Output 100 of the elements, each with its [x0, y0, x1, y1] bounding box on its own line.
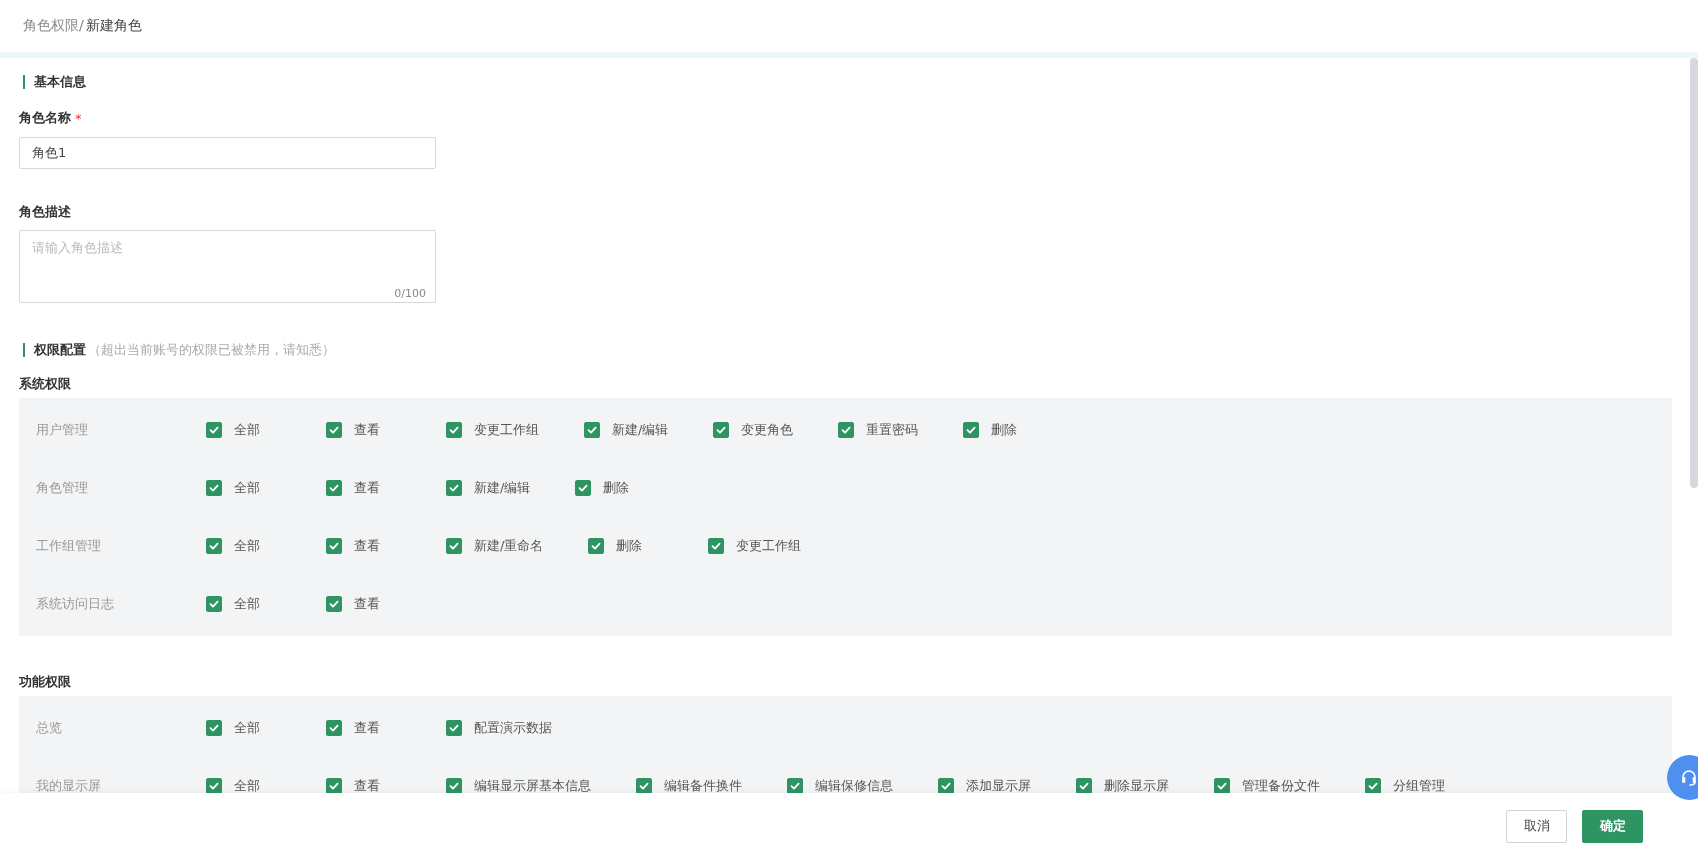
checkbox-label[interactable]: 查看 [354, 595, 380, 613]
permission-category: 角色管理 [36, 480, 88, 495]
checkbox-label[interactable]: 重置密码 [866, 421, 919, 439]
checkbox[interactable] [326, 422, 342, 438]
checkbox[interactable] [938, 778, 954, 794]
breadcrumb-current: 新建角色 [85, 17, 142, 35]
field-label: 角色名称 [19, 109, 71, 127]
checkbox[interactable] [326, 480, 342, 496]
checkbox[interactable] [708, 538, 725, 554]
checkbox-label[interactable]: 管理备份文件 [1242, 777, 1320, 795]
checkbox-label[interactable]: 编辑显示屏基本信息 [474, 777, 591, 795]
checkbox[interactable] [206, 720, 222, 736]
checkbox-label[interactable]: 删除 [991, 421, 1018, 439]
checkbox-label[interactable]: 变更工作组 [474, 421, 539, 439]
checkbox[interactable] [206, 480, 222, 496]
checkbox[interactable] [588, 538, 605, 554]
section-title: 权限配置 [34, 341, 86, 359]
check-icon [208, 598, 220, 610]
checkbox-label[interactable]: 变更角色 [741, 421, 794, 439]
checkbox-label[interactable]: 变更工作组 [736, 537, 802, 555]
checkbox[interactable] [963, 422, 980, 438]
checkbox[interactable] [446, 538, 462, 554]
check-icon [940, 780, 952, 792]
checkbox[interactable] [206, 422, 222, 438]
checkbox[interactable] [636, 778, 652, 794]
checkbox-label[interactable]: 查看 [354, 537, 380, 555]
permission-category: 系统访问日志 [36, 596, 114, 611]
checkbox[interactable] [326, 720, 342, 736]
cancel-button[interactable]: 取消 [1506, 809, 1567, 843]
checkbox[interactable] [206, 596, 222, 612]
checkbox[interactable] [1076, 778, 1092, 794]
checkbox-label[interactable]: 编辑备件换件 [664, 777, 742, 795]
check-icon [715, 424, 728, 436]
checkbox-label[interactable]: 删除 [616, 537, 643, 555]
checkbox-label[interactable]: 查看 [354, 421, 380, 439]
checkbox-label[interactable]: 全部 [234, 479, 260, 497]
checkbox-label[interactable]: 全部 [234, 421, 260, 439]
checkbox[interactable] [713, 422, 730, 438]
checkbox[interactable] [206, 778, 222, 794]
check-icon [586, 424, 598, 436]
permission-category: 我的显示屏 [36, 778, 101, 793]
checkbox-label[interactable]: 删除显示屏 [1104, 777, 1169, 795]
checkbox[interactable] [446, 720, 462, 736]
checkbox-label[interactable]: 删除 [603, 479, 630, 497]
checkbox[interactable] [1365, 778, 1381, 794]
checkbox[interactable] [326, 778, 342, 794]
check-icon [328, 424, 340, 436]
checkbox[interactable] [446, 480, 462, 496]
checkbox[interactable] [838, 422, 855, 438]
check-icon [448, 424, 460, 436]
scrollbar-thumb[interactable] [1690, 58, 1698, 488]
checkbox-label[interactable]: 配置演示数据 [474, 719, 552, 737]
check-icon [1367, 780, 1379, 792]
checkbox[interactable] [787, 778, 803, 794]
checkbox-label[interactable]: 全部 [234, 777, 260, 795]
check-icon [577, 482, 590, 494]
check-icon [448, 722, 460, 734]
checkbox[interactable] [1214, 778, 1230, 794]
role-name-field[interactable]: 角色1 [19, 137, 436, 169]
checkbox-label[interactable]: 新建/编辑 [612, 421, 669, 439]
field-label: 角色描述 [19, 203, 71, 221]
section-title: 基本信息 [34, 73, 86, 91]
check-icon [208, 540, 220, 552]
headset-icon [1679, 767, 1698, 788]
checkbox[interactable] [446, 422, 462, 438]
check-icon [1216, 780, 1228, 792]
checkbox[interactable] [326, 538, 342, 554]
permission-category: 用户管理 [36, 422, 88, 437]
checkbox-label[interactable]: 查看 [354, 777, 380, 795]
checkbox-label[interactable]: 添加显示屏 [966, 777, 1031, 795]
check-icon [965, 424, 978, 436]
check-icon [208, 722, 220, 734]
check-icon [590, 540, 603, 552]
check-icon [789, 780, 801, 792]
check-icon [328, 598, 340, 610]
check-icon [328, 482, 340, 494]
checkbox[interactable] [206, 538, 222, 554]
checkbox-label[interactable]: 编辑保修信息 [815, 777, 893, 795]
check-icon [208, 780, 220, 792]
group-title: 系统权限 [19, 375, 71, 393]
check-icon [208, 424, 220, 436]
check-icon [328, 780, 340, 792]
permission-category: 工作组管理 [36, 538, 101, 553]
checkbox[interactable] [446, 778, 462, 794]
checkbox-label[interactable]: 查看 [354, 479, 380, 497]
checkbox-label[interactable]: 全部 [234, 719, 260, 737]
checkbox-label[interactable]: 全部 [234, 595, 260, 613]
checkbox-label[interactable]: 新建/重命名 [474, 537, 544, 555]
confirm-button[interactable]: 确定 [1582, 809, 1643, 843]
check-icon [328, 722, 340, 734]
checkbox[interactable] [326, 596, 342, 612]
checkbox-label[interactable]: 查看 [354, 719, 380, 737]
checkbox-label[interactable]: 分组管理 [1393, 777, 1445, 795]
checkbox[interactable] [584, 422, 600, 438]
checkbox[interactable] [575, 480, 592, 496]
check-icon [448, 780, 460, 792]
breadcrumb-link[interactable]: 角色权限/ [23, 17, 84, 35]
check-icon [710, 540, 723, 552]
checkbox-label[interactable]: 全部 [234, 537, 260, 555]
checkbox-label[interactable]: 新建/编辑 [474, 479, 531, 497]
